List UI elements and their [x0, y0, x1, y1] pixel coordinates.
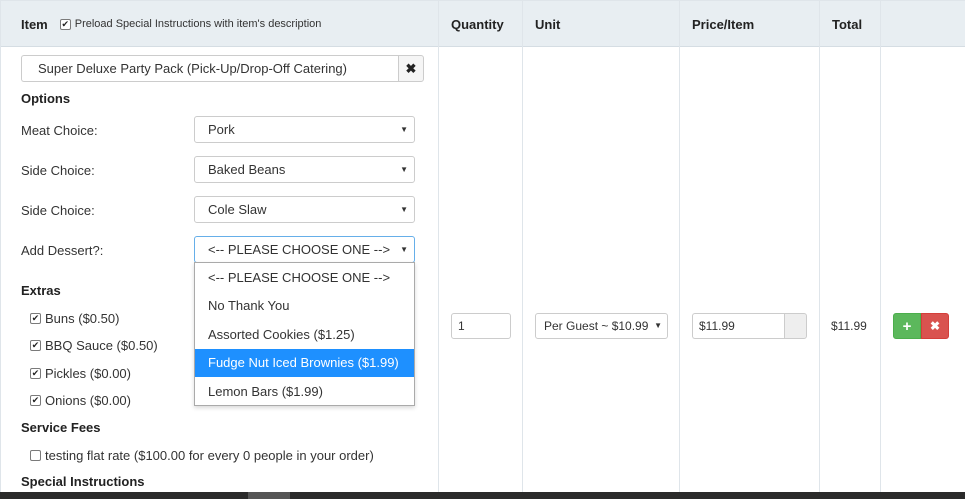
add-dessert-select[interactable]: <-- PLEASE CHOOSE ONE --> ▼ [194, 236, 415, 263]
preload-instructions-toggle[interactable]: Preload Special Instructions with item's… [59, 18, 322, 30]
price-input-addon [784, 313, 807, 339]
add-item-button[interactable]: + [893, 313, 921, 339]
caret-down-icon: ▼ [400, 245, 408, 254]
line-total: $11.99 [831, 319, 867, 333]
caret-down-icon: ▼ [654, 321, 662, 330]
dropdown-option[interactable]: <-- PLEASE CHOOSE ONE --> [195, 263, 414, 292]
clear-item-button[interactable]: ✖ [398, 55, 424, 82]
table-header: Item Preload Special Instructions with i… [1, 1, 965, 47]
unit-value: Per Guest ~ $10.99 [544, 319, 649, 333]
side-choice-select[interactable]: Cole Slaw ▼ [194, 196, 415, 223]
side-choice-value: Cole Slaw [208, 202, 267, 217]
side-choice-select[interactable]: Baked Beans ▼ [194, 156, 415, 183]
header-total: Total [832, 16, 863, 32]
extra-label: Onions ($0.00) [45, 393, 131, 408]
extra-label: Buns ($0.50) [45, 311, 120, 326]
side-choice-label: Side Choice: [21, 163, 95, 178]
add-dessert-value: <-- PLEASE CHOOSE ONE --> [208, 242, 391, 257]
extra-option[interactable]: Onions ($0.00) [30, 393, 131, 408]
extra-checkbox[interactable] [30, 313, 41, 324]
header-item-cell: Item Preload Special Instructions with i… [21, 1, 321, 47]
plus-icon: + [902, 317, 912, 335]
extra-label: Pickles ($0.00) [45, 366, 131, 381]
item-name-field[interactable]: Super Deluxe Party Pack (Pick-Up/Drop-Of… [21, 55, 398, 82]
preload-checkbox[interactable] [59, 18, 71, 30]
dropdown-option[interactable]: Lemon Bars ($1.99) [195, 377, 414, 406]
dropdown-option[interactable]: Assorted Cookies ($1.25) [195, 320, 414, 349]
close-icon: ✖ [929, 319, 941, 333]
side-choice-value: Baked Beans [208, 162, 286, 177]
quantity-input[interactable]: 1 [451, 313, 511, 339]
extra-option[interactable]: Pickles ($0.00) [30, 366, 131, 381]
service-fees-heading: Service Fees [21, 420, 101, 435]
side-choice-label: Side Choice: [21, 203, 95, 218]
extra-checkbox[interactable] [30, 340, 41, 351]
bottom-bar [0, 492, 965, 499]
caret-down-icon: ▼ [400, 125, 408, 134]
special-instructions-heading: Special Instructions [21, 474, 145, 489]
header-price-item: Price/Item [692, 16, 755, 32]
close-icon: ✖ [405, 60, 417, 76]
extra-option[interactable]: Buns ($0.50) [30, 311, 119, 326]
add-dessert-label: Add Dessert?: [21, 243, 104, 258]
unit-select[interactable]: Per Guest ~ $10.99 ▼ [535, 313, 668, 339]
order-items-table: Item Preload Special Instructions with i… [0, 0, 965, 499]
column-divider [819, 1, 820, 499]
dropdown-option-highlighted[interactable]: Fudge Nut Iced Brownies ($1.99) [195, 348, 414, 377]
column-divider [438, 1, 439, 499]
caret-down-icon: ▼ [400, 205, 408, 214]
dessert-dropdown-list: <-- PLEASE CHOOSE ONE --> No Thank You A… [194, 262, 415, 406]
meat-choice-label: Meat Choice: [21, 123, 98, 138]
extras-heading: Extras [21, 283, 61, 298]
remove-item-button[interactable]: ✖ [921, 313, 949, 339]
meat-choice-value: Pork [208, 122, 235, 137]
header-quantity: Quantity [451, 16, 504, 32]
scrollbar-thumb[interactable] [248, 492, 290, 499]
caret-down-icon: ▼ [400, 165, 408, 174]
meat-choice-select[interactable]: Pork ▼ [194, 116, 415, 143]
dropdown-option[interactable]: No Thank You [195, 292, 414, 321]
price-per-item-input[interactable]: $11.99 [692, 313, 784, 339]
preload-label: Preload Special Instructions with item's… [74, 18, 322, 30]
service-fee-label: testing flat rate ($100.00 for every 0 p… [45, 448, 374, 463]
options-heading: Options [21, 91, 71, 106]
service-fee-checkbox[interactable] [30, 450, 41, 461]
extra-label: BBQ Sauce ($0.50) [45, 338, 158, 353]
column-divider [880, 1, 881, 499]
extra-checkbox[interactable] [30, 368, 41, 379]
service-fee-option[interactable]: testing flat rate ($100.00 for every 0 p… [30, 448, 374, 463]
extra-option[interactable]: BBQ Sauce ($0.50) [30, 338, 158, 353]
column-divider [679, 1, 680, 499]
column-divider [522, 1, 523, 499]
header-item: Item [21, 16, 48, 32]
header-unit: Unit [535, 16, 561, 32]
extra-checkbox[interactable] [30, 395, 41, 406]
